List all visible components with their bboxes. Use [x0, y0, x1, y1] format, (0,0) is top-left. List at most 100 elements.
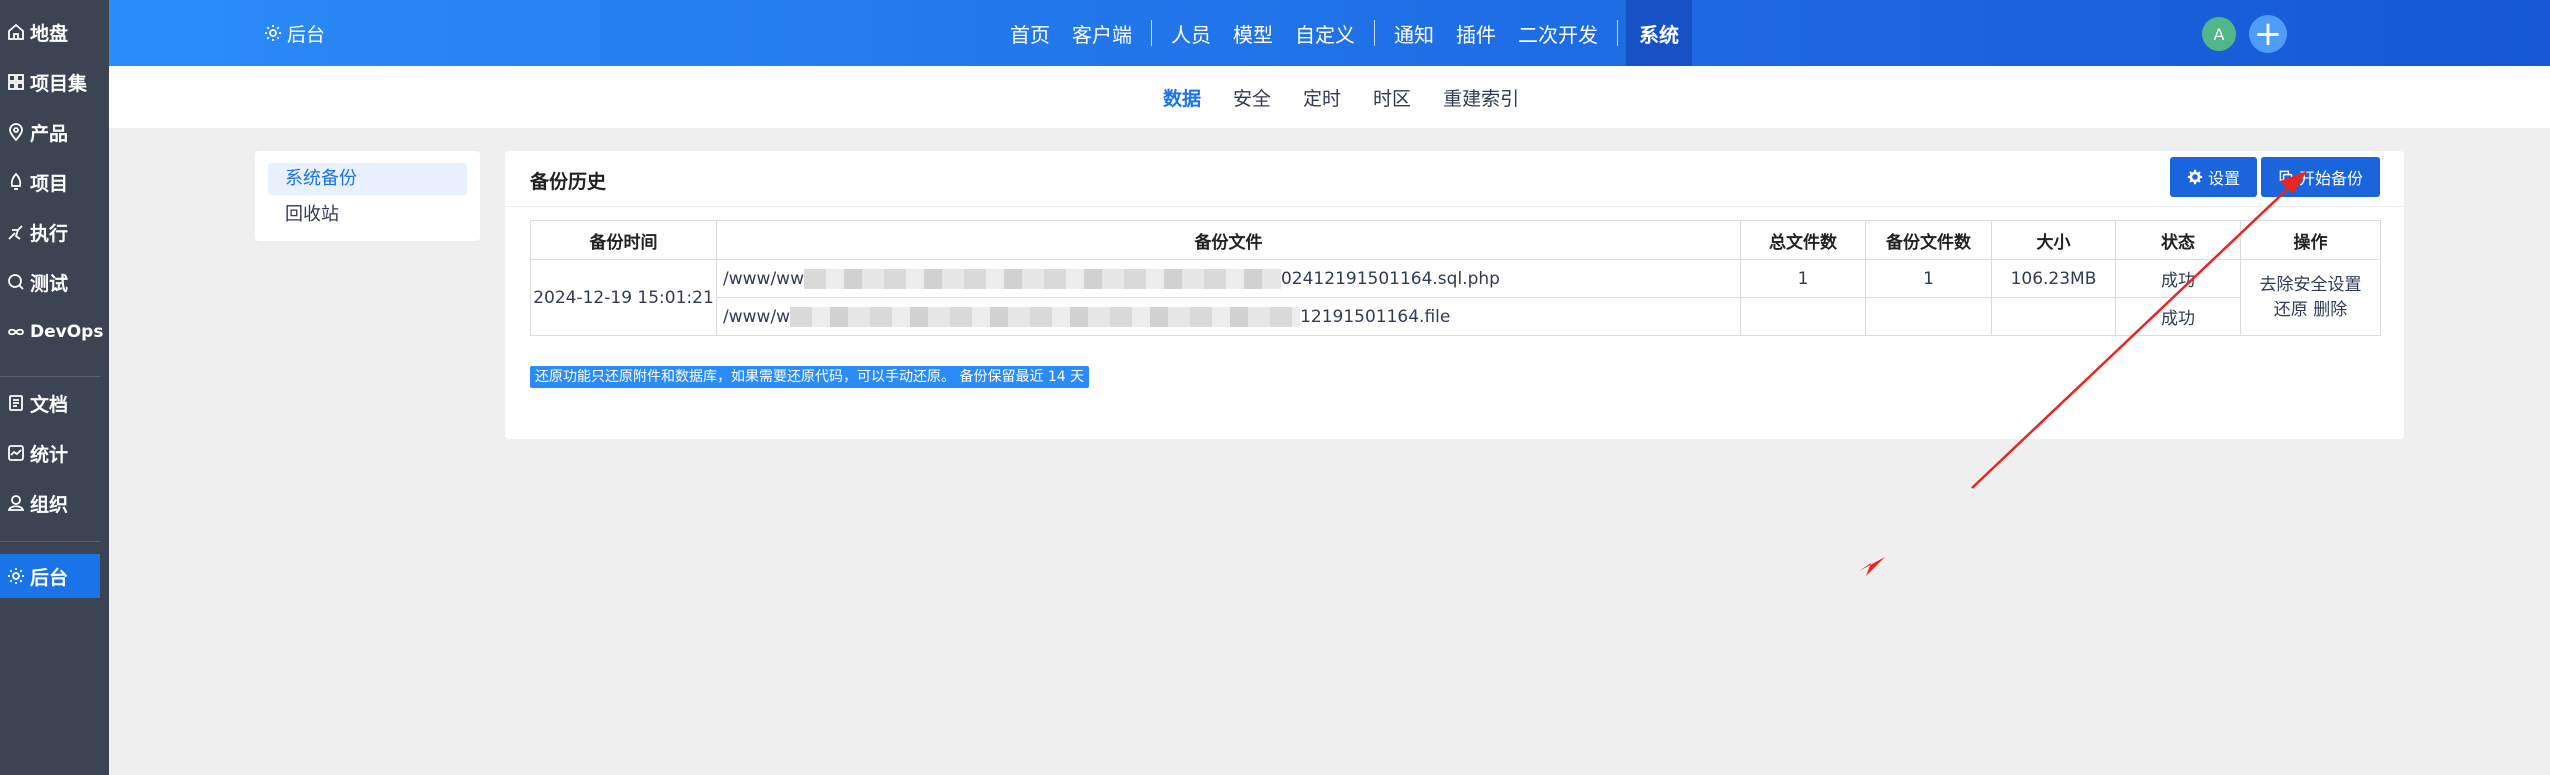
size-cell	[1991, 297, 2116, 336]
top-bar: 后台 首页 客户端 人员 模型 自定义 通知 插件 二次开发 系统	[109, 0, 2550, 66]
nav-plugins[interactable]: 插件	[1445, 0, 1507, 66]
run-icon	[8, 225, 23, 240]
file-path-suffix: 12191501164.file	[1300, 306, 1451, 327]
sub-nav: 数据 安全 定时 时区 重建索引	[109, 66, 2550, 128]
side-menu: 系统备份 回收站	[255, 151, 480, 241]
col-backup-time: 备份时间	[530, 220, 717, 260]
nav-custom[interactable]: 自定义	[1284, 0, 1366, 66]
sidebar-item-label: 测试	[30, 272, 69, 295]
top-nav: 首页 客户端 人员 模型 自定义 通知 插件 二次开发 系统	[999, 0, 1692, 66]
tab-cron[interactable]: 定时	[1303, 84, 1341, 111]
chart-icon	[8, 445, 24, 461]
start-backup-button[interactable]: 开始备份	[2261, 157, 2380, 197]
backup-files-cell: 1	[1865, 259, 1992, 298]
size-cell: 106.23MB	[1991, 259, 2116, 298]
tab-security[interactable]: 安全	[1233, 84, 1271, 111]
redacted-path	[790, 306, 1301, 327]
gear-icon	[8, 568, 24, 584]
sidebar-item-label: 文档	[30, 393, 69, 416]
sidebar-item-label: DevOps	[30, 322, 104, 342]
tab-rebuild-index[interactable]: 重建索引	[1443, 84, 1519, 111]
restore-notice: 还原功能只还原附件和数据库，如果需要还原代码，可以手动还原。 备份保留最近 14…	[530, 366, 1090, 388]
delete-link[interactable]: 删除	[2313, 300, 2347, 320]
user-icon	[7, 495, 25, 511]
menu-item-system-backup[interactable]: 系统备份	[268, 163, 467, 195]
restore-link[interactable]: 还原	[2274, 300, 2308, 320]
tab-data[interactable]: 数据	[1163, 84, 1201, 111]
nav-separator	[1617, 20, 1618, 46]
nav-dev[interactable]: 二次开发	[1507, 0, 1609, 66]
table-row: /www/w 12191501164.file 成功	[531, 297, 2381, 336]
left-sidebar: 地盘 项目集 产品 项目 执行 测试 DevOps 文档 统计 组织 后台	[0, 0, 109, 775]
backup-history-card: 备份历史 设置 开始备份 备份时间 备份文件 总文件数 备份文件数 大小 状态 …	[505, 151, 2404, 439]
status-cell: 成功	[2115, 259, 2241, 298]
sidebar-item-stats[interactable]: 统计	[0, 431, 100, 475]
actions-cell: 去除安全设置 还原 删除	[2240, 259, 2381, 336]
brand-label: 后台	[287, 23, 326, 46]
table-row: 2024-12-19 15:01:21 /www/ww 0241219150116…	[530, 259, 2381, 336]
sidebar-divider	[0, 376, 100, 377]
backup-file-attachments: /www/w 12191501164.file	[716, 297, 1741, 336]
sidebar-item-label: 后台	[30, 566, 69, 589]
location-pin-icon	[9, 123, 23, 142]
add-button[interactable]: +	[2249, 15, 2287, 53]
start-backup-label: 开始备份	[2298, 169, 2363, 188]
tab-timezone[interactable]: 时区	[1373, 84, 1411, 111]
total-files-cell	[1740, 297, 1866, 336]
nav-system[interactable]: 系统	[1626, 0, 1692, 66]
sidebar-item-label: 项目	[30, 172, 69, 195]
search-icon	[8, 274, 24, 290]
sidebar-item-label: 地盘	[30, 22, 69, 45]
sidebar-item-project[interactable]: 项目	[0, 160, 100, 204]
nav-home[interactable]: 首页	[999, 0, 1061, 66]
sidebar-item-docs[interactable]: 文档	[0, 381, 100, 425]
annotation-small-arrow	[1859, 557, 1885, 576]
status-cell: 成功	[2115, 297, 2241, 336]
col-size: 大小	[1991, 220, 2116, 260]
col-status: 状态	[2115, 220, 2241, 260]
sidebar-item-program[interactable]: 项目集	[0, 60, 100, 104]
file-path-prefix: /www/ww	[723, 268, 804, 289]
nav-people[interactable]: 人员	[1160, 0, 1222, 66]
home-icon	[8, 23, 24, 40]
sidebar-item-label: 执行	[30, 222, 69, 245]
sidebar-item-label: 统计	[30, 443, 69, 466]
sidebar-item-product[interactable]: 产品	[0, 110, 100, 154]
nav-client[interactable]: 客户端	[1061, 0, 1143, 66]
sidebar-item-execution[interactable]: 执行	[0, 210, 100, 254]
avatar[interactable]: A	[2202, 17, 2236, 51]
settings-button[interactable]: 设置	[2170, 157, 2257, 197]
sidebar-item-admin[interactable]: 后台	[0, 554, 100, 598]
backup-file-sql: /www/ww 02412191501164.sql.php	[716, 259, 1741, 298]
gear-icon	[2187, 169, 2203, 185]
col-total-files: 总文件数	[1740, 220, 1866, 260]
menu-item-recycle-bin[interactable]: 回收站	[268, 199, 467, 231]
file-path-suffix: 02412191501164.sql.php	[1280, 268, 1500, 289]
remove-safe-setting-link[interactable]: 去除安全设置	[2241, 273, 2380, 298]
col-actions: 操作	[2240, 220, 2381, 260]
backup-table: 备份时间 备份文件 总文件数 备份文件数 大小 状态 操作 2024-12-19…	[530, 220, 2381, 336]
sidebar-item-test[interactable]: 测试	[0, 260, 100, 304]
gear-icon	[265, 25, 281, 41]
sub-tabs: 数据 安全 定时 时区 重建索引	[1163, 66, 1551, 128]
card-title: 备份历史	[530, 171, 607, 193]
grid-icon	[8, 74, 24, 90]
nav-notify[interactable]: 通知	[1383, 0, 1445, 66]
admin-brand[interactable]: 后台	[263, 0, 325, 66]
copy-icon	[2279, 170, 2293, 185]
total-files-cell: 1	[1740, 259, 1866, 298]
col-backup-file: 备份文件	[716, 220, 1741, 260]
nav-separator	[1374, 20, 1375, 46]
infinity-icon	[8, 328, 24, 336]
nav-separator	[1151, 20, 1152, 46]
document-icon	[9, 395, 23, 411]
bell-icon	[10, 172, 22, 190]
sidebar-item-home[interactable]: 地盘	[0, 10, 100, 54]
backup-files-cell	[1865, 297, 1992, 336]
card-divider	[505, 206, 2404, 207]
sidebar-item-label: 产品	[30, 122, 69, 145]
nav-model[interactable]: 模型	[1222, 0, 1284, 66]
sidebar-item-devops[interactable]: DevOps	[0, 310, 104, 354]
sidebar-item-org[interactable]: 组织	[0, 481, 100, 525]
col-backup-files: 备份文件数	[1865, 220, 1992, 260]
